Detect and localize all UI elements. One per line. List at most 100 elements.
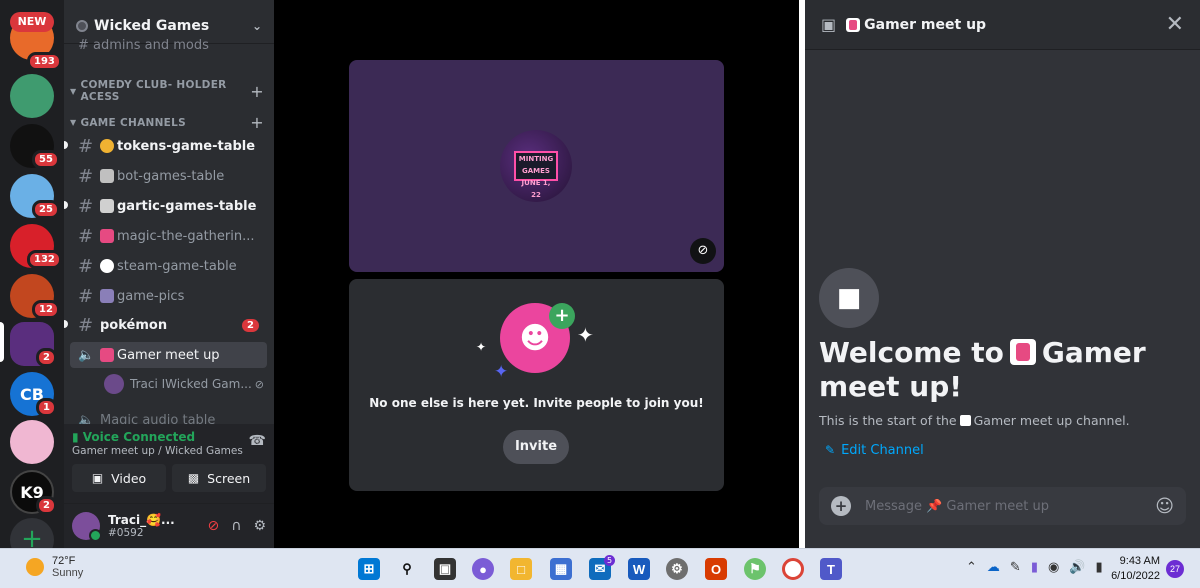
collapse-arrow-icon: ▼	[70, 118, 77, 127]
chat-header: ▣ Gamer meet up ✕	[805, 0, 1200, 50]
add-channel-icon[interactable]: +	[250, 82, 264, 101]
system-tray: ⌃ ☁ ✎ ▮ ◉ 🔊 ▮	[966, 560, 1103, 575]
chat-panel: ▣ Gamer meet up ✕ ■ Welcome to Gamer meet…	[805, 0, 1200, 548]
hash-icon: #	[78, 314, 94, 336]
weather-widget[interactable]: 72°F Sunny	[26, 555, 83, 579]
task-view-icon[interactable]: ▣	[434, 558, 456, 580]
headphones-icon[interactable]: ∩	[231, 518, 241, 534]
mic-muted-icon[interactable]: ⊘	[207, 518, 219, 534]
sparkle-icon: ✦	[494, 362, 509, 382]
welcome-heading: Welcome to Gamer meet up!	[819, 336, 1146, 403]
channel-steam-game-table[interactable]: # steam-game-table	[70, 253, 267, 279]
word-icon[interactable]: W	[628, 558, 650, 580]
pen-icon[interactable]: ✎	[1010, 560, 1021, 575]
mail-badge: 5	[604, 555, 616, 566]
server-icon-9[interactable]	[10, 420, 54, 464]
search-icon[interactable]: ⚲	[396, 558, 418, 580]
joker-emoji-icon	[846, 17, 861, 32]
robot-emoji-icon	[100, 169, 114, 183]
hash-icon: #	[78, 165, 94, 187]
message-input[interactable]	[865, 498, 1156, 514]
camera-emoji-icon	[100, 289, 114, 303]
edit-channel-link[interactable]: ✎ Edit Channel	[825, 443, 924, 458]
server-icon-2[interactable]	[10, 74, 54, 118]
battery-icon[interactable]: ▮	[1096, 560, 1103, 575]
server-badge-7: 2	[36, 348, 57, 367]
onedrive-icon[interactable]: ☁	[987, 560, 1000, 575]
chat-app-icon[interactable]: ●	[472, 558, 494, 580]
weather-condition: Sunny	[52, 567, 84, 579]
server-rail: NEW 193 55 25 132 12 2 CB 1 K9 2 +	[0, 0, 64, 548]
avatar[interactable]	[72, 512, 102, 542]
disconnect-icon[interactable]: ☎	[249, 433, 266, 449]
plus-icon: +	[549, 303, 575, 329]
voice-status: ▮ Voice Connected	[72, 430, 196, 444]
participant-tile[interactable]: MINTING GAMES JUNE 1, 22 ⊘	[349, 60, 724, 272]
add-attachment-icon[interactable]: +	[831, 496, 851, 516]
clock[interactable]: 9:43 AM 6/10/2022	[1106, 554, 1160, 584]
channel-tokens-game-table[interactable]: # tokens-game-table	[70, 133, 267, 159]
gear-icon[interactable]: ⚙	[253, 518, 266, 534]
volume-icon[interactable]: 🔊	[1069, 560, 1085, 575]
channel-start-text: This is the start of the Gamer meet up ch…	[819, 413, 1130, 428]
windows-taskbar: 72°F Sunny ⊞ ⚲ ▣ ● □ ▦ ✉ 5 W ⚙ O ⚑ T ⌃ ☁…	[0, 548, 1200, 588]
channel-game-pics[interactable]: # game-pics	[70, 283, 267, 309]
joker-emoji-icon	[1009, 339, 1036, 365]
voice-location: Gamer meet up / Wicked Games	[72, 445, 243, 457]
coin-emoji-icon	[100, 139, 114, 153]
channel-gartic-games-table[interactable]: # gartic-games-table	[70, 193, 267, 219]
microphone-icon[interactable]: ▮	[1031, 560, 1038, 575]
store-icon[interactable]: ▦	[550, 558, 572, 580]
mention-badge: 2	[242, 318, 259, 332]
channel-bot-games-table[interactable]: # bot-games-table	[70, 163, 267, 189]
maps-icon[interactable]: ⚑	[744, 558, 766, 580]
category-game-channels[interactable]: ▼ GAME CHANNELS +	[70, 113, 264, 132]
chevron-down-icon: ⌄	[251, 18, 262, 33]
hash-icon: #	[78, 285, 94, 307]
add-channel-icon[interactable]: +	[250, 113, 264, 132]
voice-participant[interactable]: Traci IWicked Gam... ⊘	[104, 372, 264, 396]
hash-icon: #	[78, 255, 94, 277]
channel-magic-the-gathering[interactable]: # magic-the-gatherin...	[70, 223, 267, 249]
settings-gear-icon[interactable]: ⚙	[666, 558, 688, 580]
hash-icon: #	[78, 195, 94, 217]
close-icon[interactable]: ✕	[1166, 12, 1184, 37]
joker-emoji-icon	[100, 229, 114, 243]
chat-bubble-icon: ▣	[821, 15, 837, 34]
channel-partial[interactable]: # admins and mods	[78, 38, 209, 53]
empty-state-message: No one else is here yet. Invite people t…	[369, 396, 704, 410]
channel-sidebar: Wicked Games ⌄ # admins and mods ▼ COMED…	[64, 0, 274, 548]
file-explorer-icon[interactable]: □	[510, 558, 532, 580]
screen-share-button[interactable]: ▩ Screen	[172, 464, 266, 492]
category-comedy-club[interactable]: ▼ COMEDY CLUB- HOLDER ACESS +	[70, 79, 264, 103]
video-button[interactable]: ▣ Video	[72, 464, 166, 492]
office-icon[interactable]: O	[705, 558, 727, 580]
chevron-up-icon[interactable]: ⌃	[966, 560, 977, 575]
new-badge: NEW	[10, 12, 54, 32]
emoji-picker-icon[interactable]: ☺	[1155, 496, 1174, 517]
windows-start-icon[interactable]: ⊞	[358, 558, 380, 580]
chat-title: Gamer meet up	[864, 16, 987, 33]
server-boost-icon	[76, 19, 88, 32]
server-name: Wicked Games	[94, 17, 210, 34]
avatar	[104, 374, 124, 394]
avatar: MINTING GAMES JUNE 1, 22	[500, 130, 572, 202]
notification-badge[interactable]: 27	[1166, 560, 1184, 578]
chrome-icon[interactable]	[782, 558, 804, 580]
chat-bubble-icon: ■	[819, 268, 879, 328]
wifi-icon[interactable]: ◉	[1048, 560, 1059, 575]
pencil-icon: ✎	[825, 443, 836, 457]
user-panel: Traci_🥰... #0592 ⊘ ∩ ⚙	[64, 504, 274, 548]
teams-icon[interactable]: T	[820, 558, 842, 580]
voice-channel-gamer-meet-up[interactable]: 🔈 Gamer meet up	[70, 342, 267, 368]
joker-emoji-icon	[100, 348, 114, 362]
voice-connection-panel: ▮ Voice Connected Gamer meet up / Wicked…	[64, 424, 274, 504]
sun-icon	[26, 558, 44, 576]
channel-pokemon[interactable]: # pokémon 2	[70, 312, 267, 338]
invite-button[interactable]: Invite	[503, 430, 569, 464]
server-badge-10: 2	[36, 496, 57, 515]
sparkle-icon: ✦	[577, 323, 594, 347]
message-composer: + ☺	[819, 487, 1186, 525]
add-server-button[interactable]: +	[10, 518, 54, 548]
server-badge-5: 132	[27, 250, 62, 269]
